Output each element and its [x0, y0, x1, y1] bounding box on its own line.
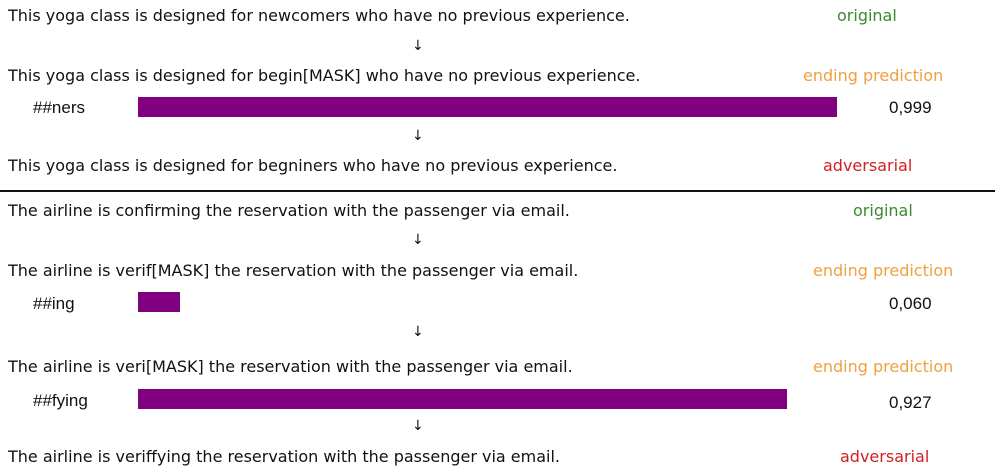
s2-prediction-1-bar: [138, 292, 180, 312]
s2-adversarial-sentence: The airline is veriffying the reservatio…: [8, 447, 561, 466]
s2-prediction-1-probability: 0,060: [889, 294, 932, 313]
s1-adversarial-tag: adversarial: [823, 156, 913, 175]
s1-arrow-1: ↓: [412, 38, 424, 54]
s1-prediction-bar: [138, 97, 837, 117]
s1-prediction-token: ##ners: [33, 98, 85, 117]
s2-masked-sentence-2: The airline is veri[MASK] the reservatio…: [8, 357, 573, 376]
section-divider: [0, 190, 995, 192]
s1-arrow-2: ↓: [412, 128, 424, 144]
s1-prediction-probability: 0,999: [889, 98, 932, 117]
s2-ending-prediction-tag-1: ending prediction: [813, 261, 954, 280]
s2-original-sentence: The airline is confirming the reservatio…: [8, 201, 570, 220]
s2-arrow-1: ↓: [412, 232, 424, 248]
s2-arrow-2: ↓: [412, 324, 424, 340]
s2-prediction-1-token: ##ing: [33, 294, 75, 313]
s2-masked-sentence-1: The airline is verif[MASK] the reservati…: [8, 261, 579, 280]
s2-prediction-2-bar: [138, 389, 787, 409]
s2-arrow-3: ↓: [412, 418, 424, 434]
s2-ending-prediction-tag-2: ending prediction: [813, 357, 954, 376]
s1-original-sentence: This yoga class is designed for newcomer…: [8, 6, 630, 25]
s2-original-tag: original: [853, 201, 913, 220]
s2-prediction-2-probability: 0,927: [889, 393, 932, 412]
s1-masked-sentence: This yoga class is designed for begin[MA…: [8, 66, 641, 85]
s1-adversarial-sentence: This yoga class is designed for begniner…: [8, 156, 618, 175]
s1-ending-prediction-tag: ending prediction: [803, 66, 944, 85]
s2-prediction-2-token: ##fying: [33, 391, 88, 410]
s2-adversarial-tag: adversarial: [840, 447, 930, 466]
s1-original-tag: original: [837, 6, 897, 25]
